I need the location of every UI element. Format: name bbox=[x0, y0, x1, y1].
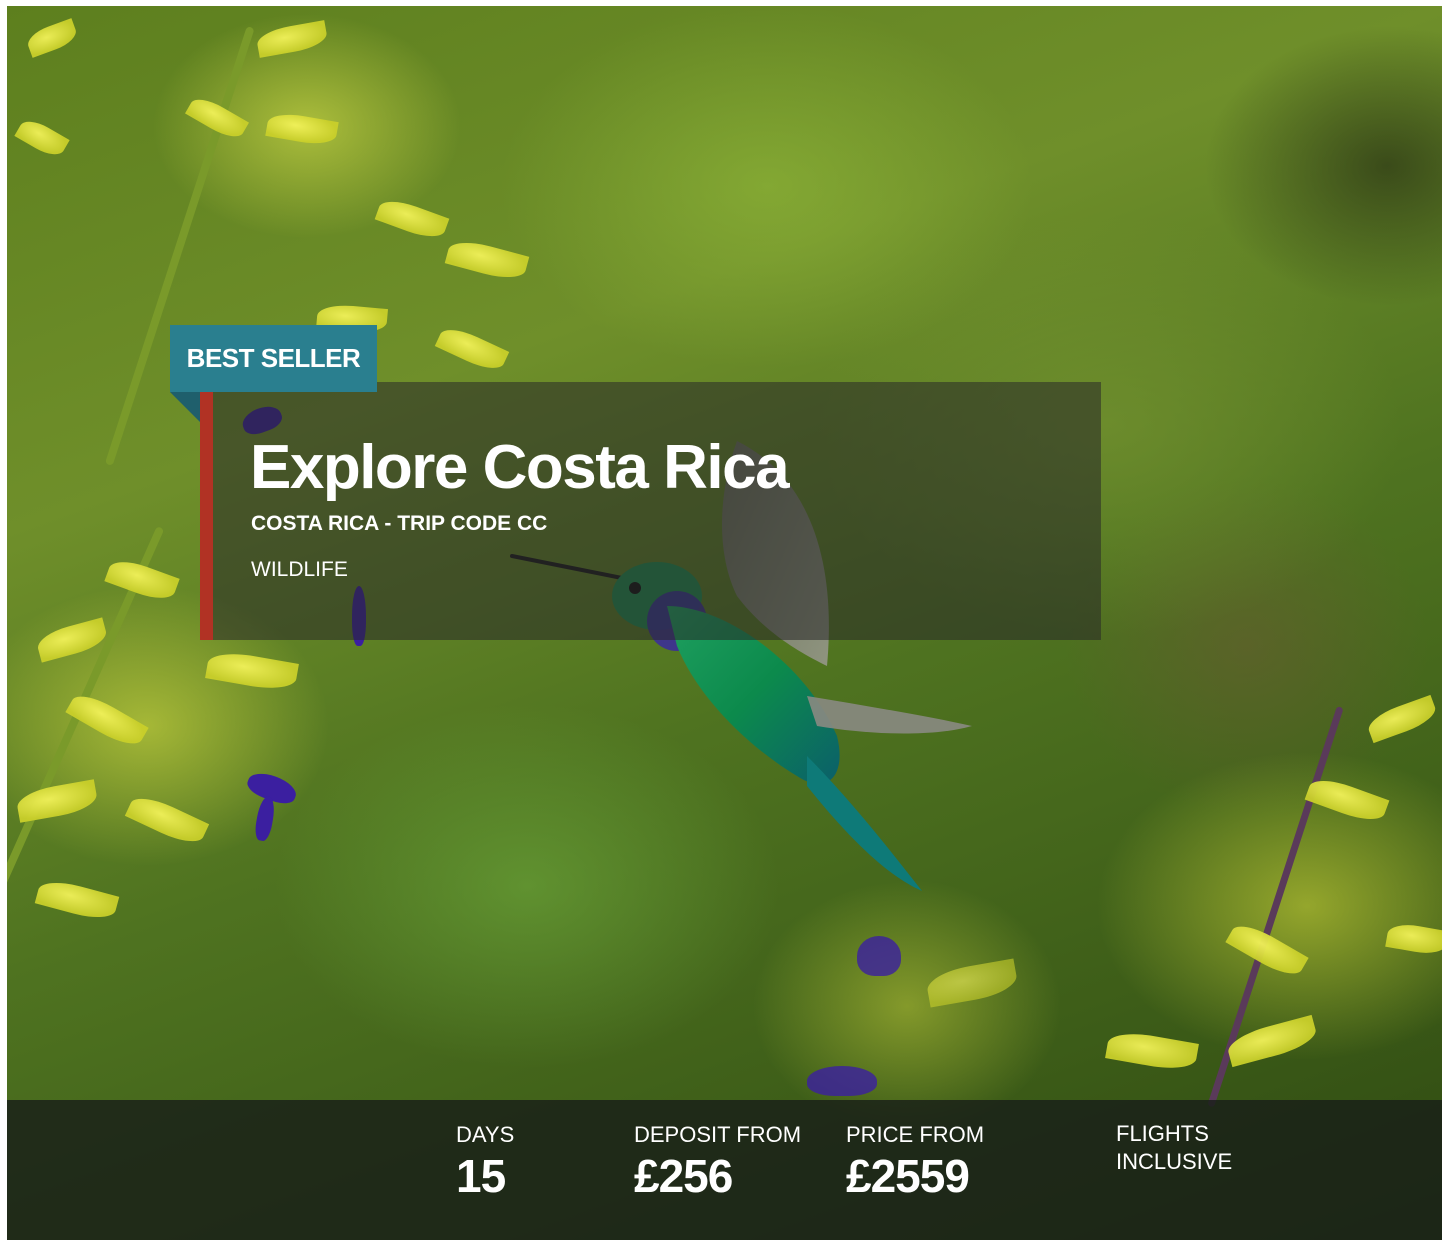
badge-ribbon-fold bbox=[170, 392, 200, 422]
flights-inclusive-label: FLIGHTS INCLUSIVE bbox=[1116, 1121, 1233, 1174]
stat-deposit: DEPOSIT FROM £256 bbox=[634, 1121, 801, 1204]
tour-title[interactable]: Explore Costa Rica bbox=[250, 432, 790, 504]
price-value: £2559 bbox=[846, 1150, 970, 1202]
stat-price: PRICE FROM £2559 bbox=[846, 1121, 984, 1204]
deposit-value: £256 bbox=[634, 1150, 733, 1202]
title-accent-bar bbox=[200, 392, 213, 640]
price-label: PRICE FROM bbox=[846, 1122, 985, 1147]
days-value: 15 bbox=[456, 1150, 506, 1202]
days-label: DAYS bbox=[456, 1122, 515, 1147]
best-seller-badge: BEST SELLER bbox=[170, 325, 377, 392]
tour-subtitle: COSTA RICA - TRIP CODE CC bbox=[251, 512, 548, 535]
tour-category: WILDLIFE bbox=[251, 558, 348, 581]
deposit-label: DEPOSIT FROM bbox=[634, 1122, 802, 1147]
stat-days: DAYS 15 bbox=[456, 1121, 514, 1204]
